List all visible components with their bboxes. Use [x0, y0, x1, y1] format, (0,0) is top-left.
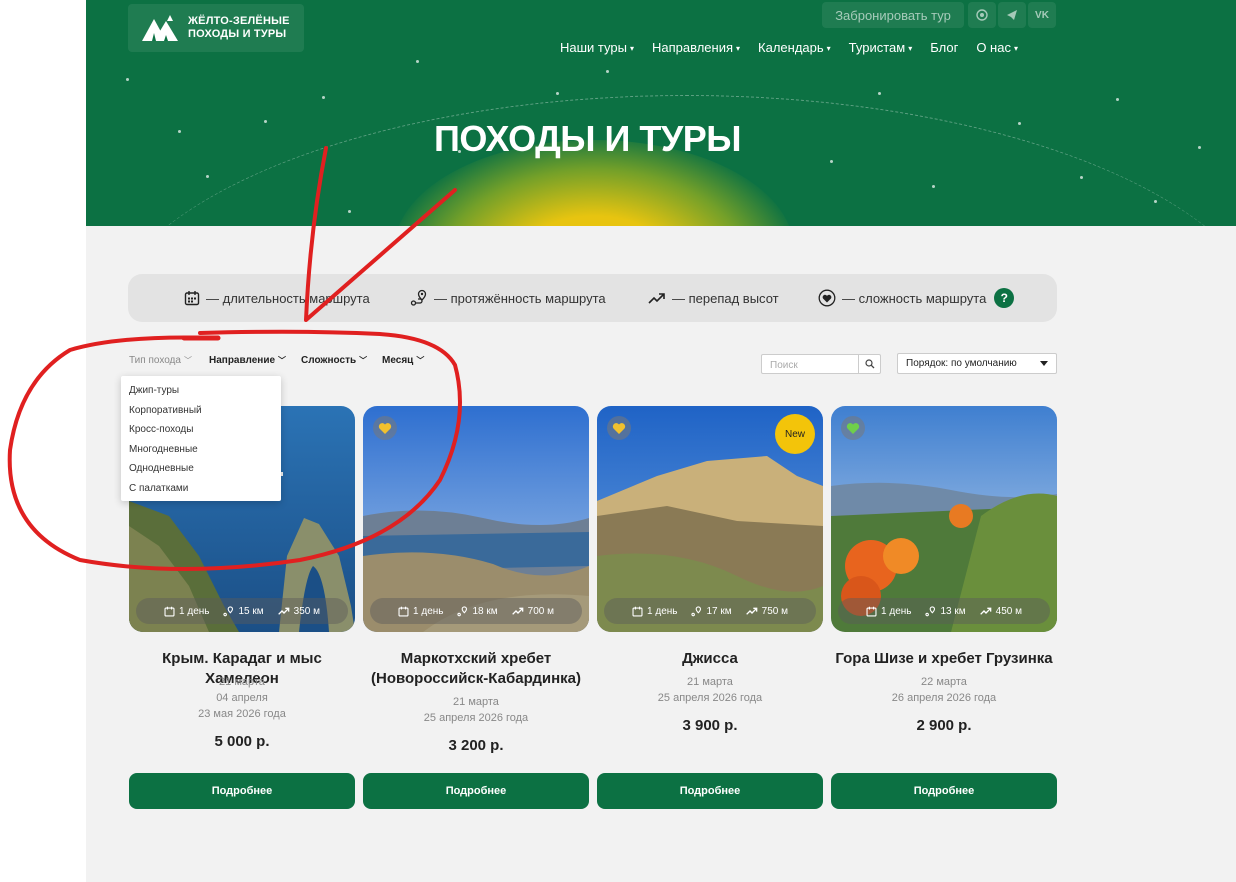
nav-item-calendar[interactable]: Календарь ▾ — [758, 40, 831, 55]
dropdown-option[interactable]: Однодневные — [121, 462, 281, 482]
tour-card-image[interactable]: 1 день 13 км 450 м — [831, 406, 1057, 632]
nav-item-tours[interactable]: Наши туры ▾ — [560, 40, 634, 55]
route-pin-icon — [457, 605, 468, 616]
difficulty-heart-icon — [607, 416, 631, 440]
nav-item-tourists[interactable]: Туристам ▾ — [849, 40, 913, 55]
main-nav: Наши туры ▾ Направления ▾ Календарь ▾ Турис… — [560, 40, 1036, 55]
nav-item-directions[interactable]: Направления ▾ — [652, 40, 740, 55]
difficulty-heart-icon — [841, 416, 865, 440]
legend-duration: — длительность маршрута — [184, 290, 370, 306]
stat-duration: 1 день — [881, 605, 912, 617]
trending-up-icon — [745, 607, 757, 615]
whatsapp-icon[interactable] — [968, 2, 996, 28]
book-tour-button[interactable]: Забронировать тур — [822, 2, 964, 28]
new-badge: New — [775, 414, 815, 454]
nav-item-blog[interactable]: Блог — [930, 40, 958, 55]
calendar-icon — [398, 606, 409, 617]
difficulty-heart-icon — [373, 416, 397, 440]
calendar-icon — [164, 606, 175, 617]
tour-price: 2 900 р. — [916, 717, 972, 734]
route-pin-icon — [223, 605, 234, 616]
route-stats: 1 день 17 км 750 м — [604, 598, 816, 624]
telegram-icon[interactable] — [998, 2, 1026, 28]
filter-difficulty[interactable]: Сложность ﹀ — [301, 355, 367, 366]
tour-dates: 22 марта 26 апреля 2026 года — [891, 676, 997, 704]
heart-circle-icon — [818, 289, 836, 307]
route-pin-icon — [410, 289, 427, 306]
stat-elevation: 350 м — [293, 605, 320, 617]
sort-select[interactable]: Порядок: по умолчанию — [897, 353, 1057, 374]
legend-bar: — длительность маршрута — протяжённость … — [128, 274, 1057, 322]
type-dropdown-menu: Джип-туры Корпоративный Кросс-походы Мно… — [121, 376, 281, 501]
nav-item-about[interactable]: О нас ▾ — [976, 40, 1018, 55]
tour-price: 3 900 р. — [682, 717, 738, 734]
trending-up-icon — [979, 607, 991, 615]
tour-price: 3 200 р. — [448, 737, 504, 754]
search-button[interactable] — [858, 355, 880, 373]
route-pin-icon — [691, 605, 702, 616]
tour-title[interactable]: Гора Шизе и хребет Грузинка — [827, 649, 1061, 669]
filter-type[interactable]: Тип похода ﹀ — [129, 355, 192, 366]
stat-elevation: 700 м — [527, 605, 554, 617]
tour-title[interactable]: Маркотхский хребет (Новороссийск-Кабарди… — [359, 649, 593, 689]
details-button[interactable]: Подробнее — [129, 773, 355, 809]
stat-distance: 13 км — [940, 605, 966, 617]
dropdown-option[interactable]: С палатками — [121, 482, 281, 502]
page-title: ПОХОДЫ И ТУРЫ — [434, 118, 742, 159]
stat-distance: 15 км — [238, 605, 264, 617]
search-icon — [864, 359, 874, 369]
tour-price: 5 000 р. — [214, 733, 270, 750]
details-button[interactable]: Подробнее — [363, 773, 589, 809]
route-pin-icon — [925, 605, 936, 616]
dropdown-option[interactable]: Многодневные — [121, 443, 281, 463]
search-input[interactable] — [762, 356, 858, 375]
stat-duration: 1 день — [179, 605, 210, 617]
stat-elevation: 450 м — [995, 605, 1022, 617]
logo-line-2: ПОХОДЫ И ТУРЫ — [188, 28, 287, 40]
dropdown-arrow-icon — [1040, 361, 1048, 366]
dropdown-option[interactable]: Корпоративный — [121, 404, 281, 424]
trending-up-icon — [511, 607, 523, 615]
calendar-icon — [184, 291, 200, 306]
stat-elevation: 750 м — [761, 605, 788, 617]
stat-distance: 18 км — [472, 605, 498, 617]
search-box — [761, 354, 881, 375]
route-stats: 1 день 18 км 700 м — [370, 598, 582, 624]
trending-up-icon — [648, 293, 665, 304]
dropdown-option[interactable]: Джип-туры — [121, 384, 281, 404]
trending-up-icon — [277, 607, 289, 615]
legend-difficulty: — сложность маршрута ? — [818, 288, 1015, 308]
stat-duration: 1 день — [647, 605, 678, 617]
tour-card-image[interactable]: 1 день 18 км 700 м — [363, 406, 589, 632]
vk-label: VK — [1035, 9, 1049, 21]
difficulty-help-button[interactable]: ? — [994, 288, 1015, 308]
site-logo[interactable]: ЖЁЛТО-ЗЕЛЁНЫЕ ПОХОДЫ И ТУРЫ — [128, 4, 304, 52]
tour-dates: 21 марта 25 апреля 2026 года — [657, 676, 763, 704]
filter-direction[interactable]: Направление ﹀ — [209, 355, 286, 366]
vk-icon[interactable]: VK — [1028, 2, 1056, 28]
logo-line-1: ЖЁЛТО-ЗЕЛЁНЫЕ — [188, 15, 290, 27]
stat-duration: 1 день — [413, 605, 444, 617]
route-stats: 1 день 13 км 450 м — [838, 598, 1050, 624]
filter-month[interactable]: Месяц ﹀ — [382, 355, 424, 366]
tour-dates: 21 марта 04 апреля 23 мая 2026 года — [198, 676, 286, 720]
details-button[interactable]: Подробнее — [831, 773, 1057, 809]
dropdown-option[interactable]: Кросс-походы — [121, 423, 281, 443]
stat-distance: 17 км — [706, 605, 732, 617]
tour-dates: 21 марта 25 апреля 2026 года — [423, 696, 529, 724]
route-stats: 1 день 15 км 350 м — [136, 598, 348, 624]
details-button[interactable]: Подробнее — [597, 773, 823, 809]
calendar-icon — [632, 606, 643, 617]
legend-elevation: — перепад высот — [648, 291, 779, 306]
tent-logo-icon — [142, 15, 178, 41]
calendar-icon — [866, 606, 877, 617]
tour-title[interactable]: Джисса — [593, 649, 827, 669]
legend-distance: — протяжённость маршрута — [410, 289, 606, 307]
tour-card-image[interactable]: New 1 день 17 км 750 м — [597, 406, 823, 632]
